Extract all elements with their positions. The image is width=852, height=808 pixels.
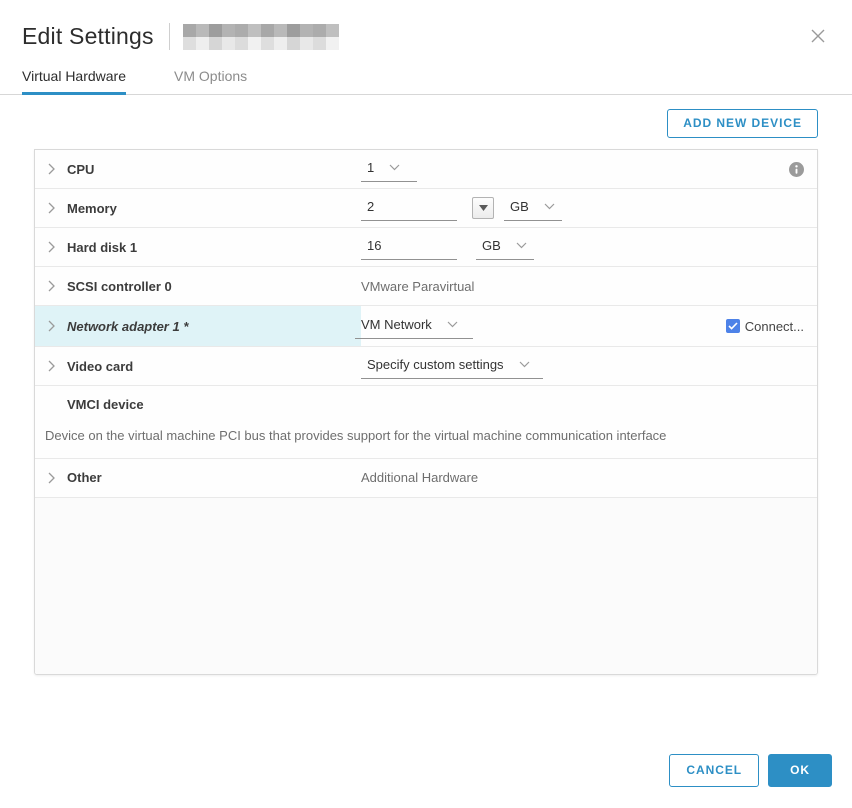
video-card-settings-select[interactable]: Specify custom settings [361,354,543,379]
tab-virtual-hardware[interactable]: Virtual Hardware [22,62,127,95]
expand-chevron-icon[interactable] [35,189,67,227]
chevron-down-icon [389,164,400,170]
hard-disk-label: Hard disk 1 [67,239,138,255]
other-label: Other [67,470,102,486]
row-other: Other Additional Hardware [35,458,817,498]
title-divider [168,22,170,50]
checkmark-icon [728,322,738,330]
expand-chevron-icon[interactable] [35,347,67,385]
other-value: Additional Hardware [361,470,479,486]
expand-chevron-icon[interactable] [35,267,67,305]
tab-bar: Virtual Hardware VM Options [0,62,852,95]
video-card-label: Video card [67,358,134,374]
row-cpu: CPU 1 [35,150,817,189]
memory-unit-select[interactable]: GB [504,196,562,221]
redacted-pixels-top [182,24,339,37]
video-card-settings-value: Specify custom settings [367,356,504,372]
info-icon[interactable] [789,161,804,177]
cancel-button[interactable]: CANCEL [669,754,760,787]
chevron-down-icon [447,321,458,327]
page-title: Edit Settings [22,22,154,49]
chevron-down-icon [544,203,555,209]
tab-vm-options[interactable]: VM Options [174,62,247,94]
expand-chevron-icon[interactable] [35,228,67,266]
network-adapter-label: Network adapter 1 * [67,306,361,346]
virtual-hardware-table: CPU 1 Memory GB [34,149,818,675]
row-video-card: Video card Specify custom settings [35,347,817,386]
scsi-controller-value: VMware Paravirtual [361,278,475,294]
memory-size-input[interactable] [361,195,457,221]
triangle-down-icon [478,205,488,211]
hard-disk-unit-select[interactable]: GB [476,235,534,260]
expand-chevron-icon[interactable] [35,150,67,188]
row-memory: Memory GB [35,189,817,228]
memory-label: Memory [67,200,117,216]
add-new-device-button[interactable]: ADD NEW DEVICE [667,109,818,138]
row-hard-disk-1: Hard disk 1 GB [35,228,817,267]
hard-disk-unit-value: GB [482,237,501,253]
connect-checkbox-label: Connect... [744,318,804,334]
memory-unit-value: GB [510,198,529,214]
chevron-down-icon [519,361,529,367]
memory-stepper-button[interactable] [472,197,494,219]
scsi-controller-label: SCSI controller 0 [67,278,172,294]
network-value: VM Network [361,316,432,332]
network-select[interactable]: VM Network [355,314,473,339]
row-network-adapter-1: Network adapter 1 * VM Network Connect..… [35,306,817,347]
caret-spacer [35,386,67,423]
cpu-count-select[interactable]: 1 [361,157,417,182]
ok-button[interactable]: OK [768,754,832,787]
vmci-device-description: Device on the virtual machine PCI bus th… [35,423,817,459]
cpu-count-value: 1 [367,159,375,175]
hard-disk-size-input[interactable] [361,234,457,260]
redacted-vm-name [182,24,339,50]
dialog-header: Edit Settings [0,0,852,52]
toolbar: ADD NEW DEVICE [0,95,852,149]
connect-checkbox[interactable] [725,319,740,333]
close-icon[interactable] [806,24,830,48]
row-vmci-device: VMCI device [35,386,817,423]
vmci-device-label: VMCI device [67,397,144,412]
dialog-footer: CANCEL OK [669,754,832,787]
redacted-pixels-bottom [182,37,339,50]
expand-chevron-icon[interactable] [35,306,67,346]
row-scsi-controller: SCSI controller 0 VMware Paravirtual [35,267,817,306]
chevron-down-icon [516,242,527,248]
expand-chevron-icon[interactable] [35,459,67,497]
cpu-label: CPU [67,161,95,177]
table-empty-area [35,497,817,674]
